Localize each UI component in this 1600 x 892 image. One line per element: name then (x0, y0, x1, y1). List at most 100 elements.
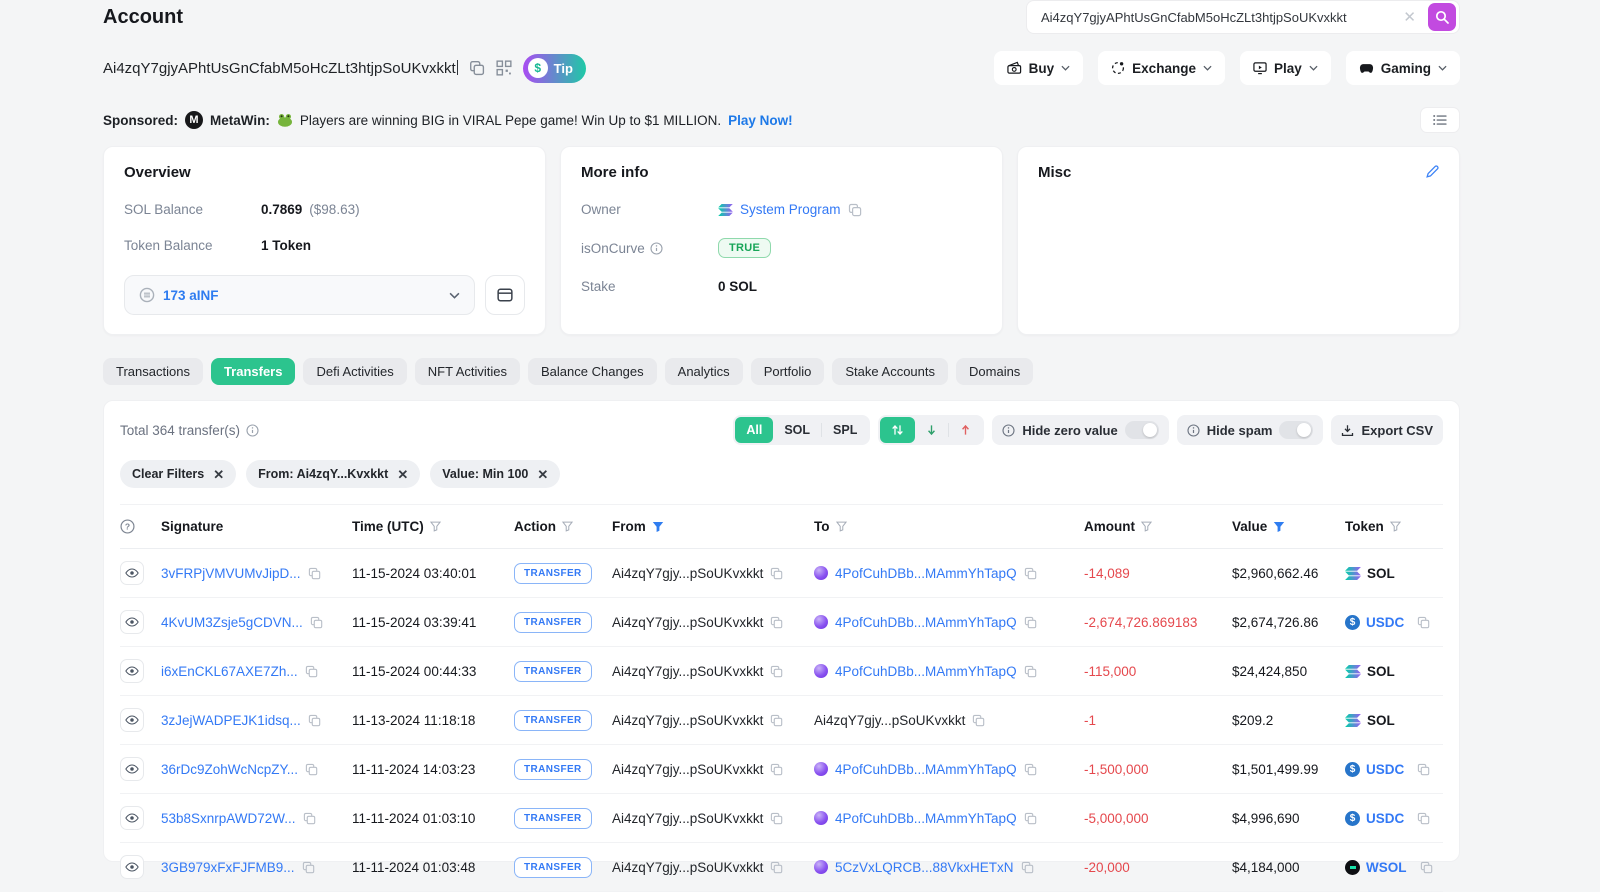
copy-icon[interactable] (770, 763, 783, 776)
filter-spl[interactable]: SPL (822, 417, 868, 443)
value-filter-chip[interactable]: Value: Min 100✕ (430, 460, 560, 488)
copy-icon[interactable] (303, 812, 316, 825)
search-button[interactable] (1428, 3, 1456, 31)
preview-eye-button[interactable] (120, 855, 144, 879)
token-name[interactable]: USDC (1366, 811, 1404, 826)
copy-icon[interactable] (1024, 665, 1037, 678)
copy-icon[interactable] (770, 567, 783, 580)
copy-icon[interactable] (972, 714, 985, 727)
copy-icon[interactable] (770, 861, 783, 874)
buy-dropdown-button[interactable]: Buy (994, 51, 1084, 85)
tab-nft-activities[interactable]: NFT Activities (415, 358, 520, 385)
toggle-switch[interactable] (1125, 421, 1159, 439)
tab-portfolio[interactable]: Portfolio (751, 358, 825, 385)
copy-address-button[interactable] (469, 60, 485, 76)
copy-icon[interactable] (1417, 812, 1430, 825)
direction-in[interactable] (915, 417, 948, 443)
direction-out[interactable] (949, 417, 982, 443)
preview-eye-button[interactable] (120, 757, 144, 781)
copy-icon[interactable] (1417, 616, 1430, 629)
exchange-dropdown-button[interactable]: Exchange (1098, 51, 1225, 85)
filter-funnel-icon-active[interactable] (1273, 521, 1285, 533)
gaming-dropdown-button[interactable]: Gaming (1346, 51, 1460, 85)
ad-options-button[interactable] (1420, 107, 1460, 133)
filter-funnel-icon[interactable] (1390, 521, 1401, 532)
filter-sol[interactable]: SOL (773, 417, 821, 443)
filter-funnel-icon-active[interactable] (652, 521, 664, 533)
edit-misc-button[interactable] (1423, 162, 1442, 184)
signature-link[interactable]: 3zJejWADPEJK1idsq... (161, 713, 301, 728)
filter-funnel-icon[interactable] (562, 521, 573, 532)
qr-code-button[interactable] (496, 60, 512, 76)
copy-icon[interactable] (305, 763, 318, 776)
filter-funnel-icon[interactable] (1141, 521, 1152, 532)
play-now-link[interactable]: Play Now! (728, 113, 793, 128)
copy-icon[interactable] (1021, 861, 1034, 874)
preview-eye-button[interactable] (120, 561, 144, 585)
tip-button[interactable]: $ Tip (523, 54, 586, 83)
to-address-link[interactable]: 5CzVxLQRCB...88VkxHETxN (835, 860, 1014, 875)
preview-eye-button[interactable] (120, 806, 144, 830)
account-address[interactable]: Ai4zqY7gjyAPhtUsGnCfabM5oHcZLt3htjpSoUKv… (103, 60, 458, 77)
filter-all[interactable]: All (735, 417, 773, 443)
copy-icon[interactable] (770, 714, 783, 727)
copy-icon[interactable] (305, 665, 318, 678)
copy-icon[interactable] (310, 616, 323, 629)
preview-eye-button[interactable] (120, 659, 144, 683)
tab-stake-accounts[interactable]: Stake Accounts (832, 358, 948, 385)
copy-icon[interactable] (770, 665, 783, 678)
to-address-link[interactable]: 4PofCuhDBb...MAmmYhTapQ (835, 615, 1017, 630)
tab-defi-activities[interactable]: Defi Activities (303, 358, 406, 385)
tab-transfers[interactable]: Transfers (211, 358, 296, 385)
signature-link[interactable]: 36rDc9ZohWcNcpZY... (161, 762, 298, 777)
signature-link[interactable]: 3vFRPjVMVUMvJipD... (161, 566, 301, 581)
copy-icon[interactable] (1024, 812, 1037, 825)
clear-search-icon[interactable]: ✕ (1399, 10, 1420, 25)
copy-icon[interactable] (770, 616, 783, 629)
tab-domains[interactable]: Domains (956, 358, 1033, 385)
copy-icon[interactable] (308, 714, 321, 727)
tab-transactions[interactable]: Transactions (103, 358, 203, 385)
copy-icon[interactable] (1024, 567, 1037, 580)
signature-link[interactable]: 53b8SxnrpAWD72W... (161, 811, 296, 826)
copy-icon[interactable] (848, 203, 862, 217)
clear-filters-chip[interactable]: Clear Filters✕ (120, 460, 236, 488)
filter-funnel-icon[interactable] (836, 521, 847, 532)
copy-icon[interactable] (308, 567, 321, 580)
copy-icon[interactable] (302, 861, 315, 874)
copy-icon[interactable] (1024, 616, 1037, 629)
copy-icon[interactable] (770, 812, 783, 825)
token-selector-dropdown[interactable]: 173 aINF (124, 275, 475, 315)
copy-icon[interactable] (1420, 861, 1433, 874)
filter-funnel-icon[interactable] (430, 521, 441, 532)
from-filter-chip[interactable]: From: Ai4zqY...Kvxkkt✕ (246, 460, 420, 488)
token-name[interactable]: WSOL (1366, 860, 1407, 875)
signature-link[interactable]: 3GB979xFxFJFMB9... (161, 860, 295, 875)
to-address-link[interactable]: 4PofCuhDBb...MAmmYhTapQ (835, 566, 1017, 581)
export-csv-button[interactable]: Export CSV (1331, 415, 1443, 445)
token-name[interactable]: USDC (1366, 615, 1404, 630)
close-icon[interactable]: ✕ (537, 468, 548, 481)
hide-spam-toggle[interactable]: Hide spam (1177, 415, 1324, 445)
tab-analytics[interactable]: Analytics (665, 358, 743, 385)
portfolio-button[interactable] (485, 275, 525, 315)
toggle-switch[interactable] (1279, 421, 1313, 439)
token-name[interactable]: USDC (1366, 762, 1404, 777)
hide-zero-value-toggle[interactable]: Hide zero value (992, 415, 1168, 445)
copy-icon[interactable] (1024, 763, 1037, 776)
close-icon[interactable]: ✕ (213, 468, 224, 481)
preview-eye-button[interactable] (120, 610, 144, 634)
signature-link[interactable]: i6xEnCKL67AXE7Zh... (161, 664, 298, 679)
tab-balance-changes[interactable]: Balance Changes (528, 358, 657, 385)
copy-icon[interactable] (1417, 763, 1430, 776)
signature-link[interactable]: 4KvUM3Zsje5gCDVN... (161, 615, 303, 630)
owner-link[interactable]: System Program (740, 202, 841, 217)
to-address-link[interactable]: 4PofCuhDBb...MAmmYhTapQ (835, 811, 1017, 826)
play-dropdown-button[interactable]: Play (1240, 51, 1331, 85)
preview-eye-button[interactable] (120, 708, 144, 732)
to-address-link[interactable]: 4PofCuhDBb...MAmmYhTapQ (835, 762, 1017, 777)
to-address-link[interactable]: 4PofCuhDBb...MAmmYhTapQ (835, 664, 1017, 679)
close-icon[interactable]: ✕ (397, 468, 408, 481)
search-input[interactable] (1039, 9, 1391, 26)
direction-both[interactable] (880, 417, 915, 443)
